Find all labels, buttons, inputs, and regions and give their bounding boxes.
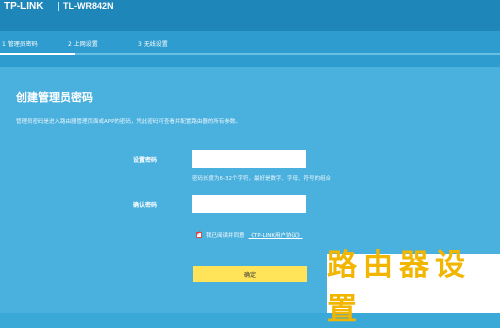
model-name: TL-WR842N: [63, 1, 114, 11]
brand-logo: TP-LINK: [4, 1, 44, 12]
step-wireless-settings: 3 无线设置: [138, 41, 168, 48]
password-label: 设置密码: [132, 157, 157, 164]
top-bar: TP-LINK TL-WR842N: [0, 0, 500, 31]
setup-steps: 1 管理员密码 2 上网设置 3 无线设置: [0, 31, 500, 67]
step-internet-settings: 2 上网设置: [68, 41, 98, 48]
confirm-button[interactable]: 确定: [193, 266, 307, 282]
confirm-password-field[interactable]: [192, 195, 306, 213]
watermark-text: 路由器设置: [327, 247, 471, 327]
step-admin-password: 1 管理员密码: [2, 41, 38, 48]
agree-text: 我已阅读并同意: [206, 233, 245, 239]
password-hint: 密码长度为6-32个字符，最好是数字、字母、符号的组合: [192, 176, 331, 182]
progress-track: [0, 53, 500, 55]
agree-checkbox[interactable]: [196, 229, 202, 238]
watermark: 路由器设置: [327, 248, 500, 327]
agreement-row: 我已阅读并同意 《TP-LINK用户协议》: [196, 229, 303, 239]
progress-fill: [0, 53, 75, 55]
confirm-password-label: 确认密码: [132, 202, 157, 209]
password-field[interactable]: [192, 150, 306, 168]
page-title: 创建管理员密码: [16, 91, 93, 104]
page-description: 管理员密码是进入路由器管理页面或APP的密码，凭此密码可查看并配置路由器的所有参…: [16, 119, 241, 125]
header-divider: [58, 2, 59, 11]
user-agreement-link[interactable]: 《TP-LINK用户协议》: [249, 231, 303, 239]
